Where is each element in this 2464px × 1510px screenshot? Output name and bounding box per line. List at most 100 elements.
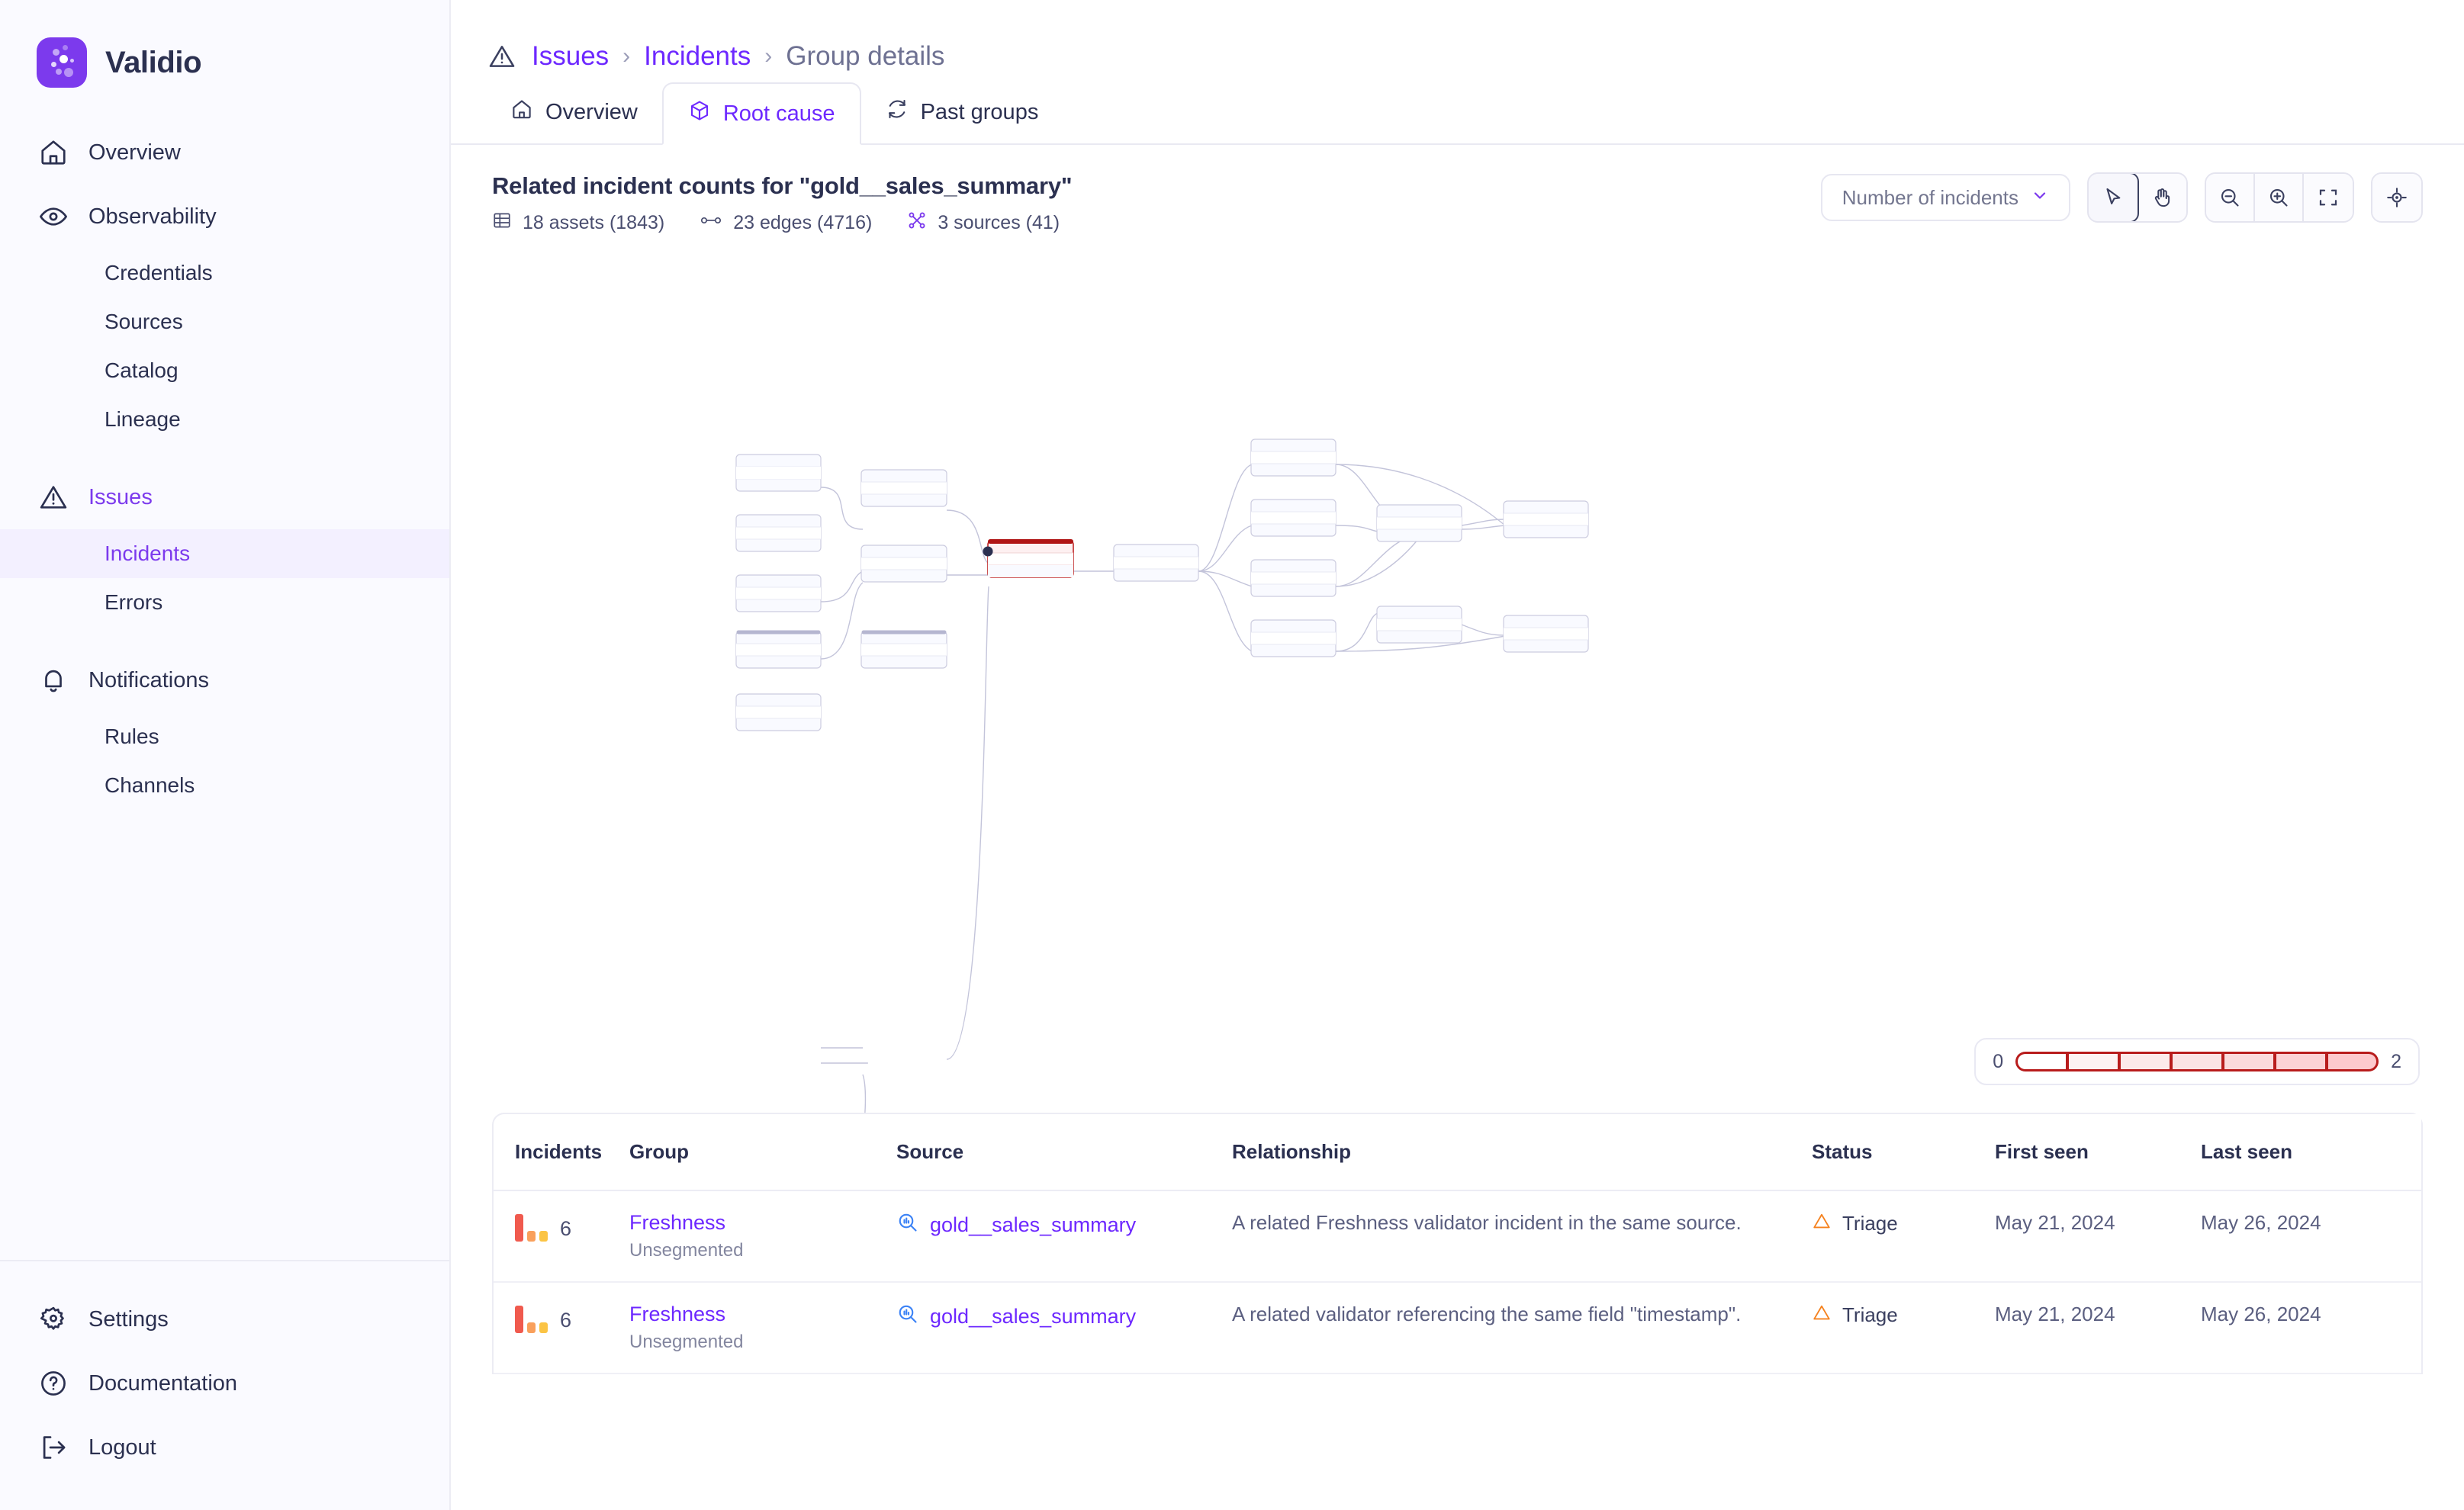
stat-label: 3 sources (41) <box>938 212 1060 233</box>
stat-label: 18 assets (1843) <box>523 212 665 233</box>
breadcrumb: Issues › Incidents › Group details <box>451 0 2464 79</box>
sidebar-item-errors[interactable]: Errors <box>0 578 449 627</box>
tab-past-groups[interactable]: Past groups <box>861 81 1063 143</box>
table-row[interactable]: 6 Freshness Unsegmented gold__sales_summ… <box>494 1283 2421 1374</box>
gear-icon <box>38 1304 69 1335</box>
cell-status: Triage <box>1812 1283 1995 1374</box>
graph-stats: 18 assets (1843) 23 edges (4716) 3 sourc… <box>492 210 1072 236</box>
graph-header: Related incident counts for "gold__sales… <box>451 145 2464 236</box>
zoom-in-icon[interactable] <box>2255 174 2304 221</box>
sidebar-item-channels[interactable]: Channels <box>0 761 449 810</box>
question-circle-icon <box>38 1368 69 1399</box>
sidebar-item-overview[interactable]: Overview <box>0 120 449 185</box>
recenter-target-icon[interactable] <box>2372 174 2421 221</box>
sidebar-nav: Overview Observability Credentials Sourc… <box>0 98 449 1260</box>
breadcrumb-incidents[interactable]: Incidents <box>644 41 751 72</box>
metric-select[interactable]: Number of incidents <box>1820 174 2070 221</box>
zoom-out-icon[interactable] <box>2206 174 2255 221</box>
source-link[interactable]: gold__sales_summary <box>930 1305 1136 1328</box>
sidebar-item-label: Documentation <box>88 1370 238 1396</box>
sidebar-item-incidents[interactable]: Incidents <box>0 529 449 578</box>
table-head: Incidents Group Source Relationship Stat… <box>494 1114 2421 1191</box>
sidebar-item-logout[interactable]: Logout <box>0 1415 449 1479</box>
cursor-icon[interactable] <box>2089 174 2139 221</box>
page-title: Related incident counts for "gold__sales… <box>492 172 1073 199</box>
breadcrumb-group-details: Group details <box>786 41 945 71</box>
sidebar-item-credentials[interactable]: Credentials <box>0 249 449 297</box>
col-source: Source <box>896 1114 1232 1191</box>
graph-node <box>1250 499 1337 537</box>
warning-triangle-icon <box>1812 1211 1832 1236</box>
source-search-icon <box>896 1303 919 1331</box>
tab-root-cause[interactable]: Root cause <box>661 82 861 145</box>
col-relationship: Relationship <box>1232 1114 1812 1191</box>
warning-triangle-icon <box>487 41 518 72</box>
sidebar-item-rules[interactable]: Rules <box>0 712 449 761</box>
graph-node <box>735 574 822 612</box>
tab-label: Root cause <box>722 101 835 126</box>
graph-node <box>735 454 822 492</box>
group-sublabel: Unsegmented <box>629 1332 744 1352</box>
status-badge: Triage <box>1842 1303 1898 1326</box>
warning-triangle-icon <box>38 482 69 512</box>
sidebar-item-sources[interactable]: Sources <box>0 297 449 346</box>
bell-icon <box>38 665 69 696</box>
lineage-graph-canvas[interactable]: 0 2 <box>451 236 2464 1113</box>
fit-screen-icon[interactable] <box>2304 174 2353 221</box>
sidebar-item-lineage[interactable]: Lineage <box>0 395 449 444</box>
cell-group: Freshness Unsegmented <box>629 1283 896 1374</box>
graph-svg <box>735 439 1589 1113</box>
sidebar-item-observability[interactable]: Observability <box>0 185 449 249</box>
stat-label: 23 edges (4716) <box>733 212 873 233</box>
warning-triangle-icon <box>1812 1303 1832 1328</box>
sidebar-item-notifications[interactable]: Notifications <box>0 648 449 712</box>
main-content: Issues › Incidents › Group details Overv… <box>451 0 2464 1510</box>
source-link[interactable]: gold__sales_summary <box>930 1213 1136 1237</box>
incident-count: 6 <box>560 1309 572 1332</box>
col-group: Group <box>629 1114 896 1191</box>
group-link[interactable]: Freshness <box>629 1303 896 1326</box>
sidebar-item-issues[interactable]: Issues <box>0 465 449 529</box>
cell-first-seen: May 21, 2024 <box>1995 1191 2201 1283</box>
cell-status: Triage <box>1812 1191 1995 1283</box>
graph-toolbar: Number of incidents <box>1820 172 2423 223</box>
sidebar-item-settings[interactable]: Settings <box>0 1287 449 1351</box>
breadcrumb-issues[interactable]: Issues <box>532 41 609 72</box>
legend-segment <box>2327 1052 2379 1071</box>
table-row[interactable]: 6 Freshness Unsegmented gold__sales_summ… <box>494 1191 2421 1283</box>
stat-edges: 23 edges (4716) <box>700 210 872 236</box>
tab-overview[interactable]: Overview <box>486 81 662 143</box>
cell-incidents: 6 <box>494 1283 629 1374</box>
col-last-seen: Last seen <box>2201 1114 2421 1191</box>
graph-node <box>1250 439 1337 477</box>
legend-max: 2 <box>2391 1050 2401 1072</box>
cell-relationship: A related validator referencing the same… <box>1232 1283 1812 1374</box>
sources-icon <box>907 210 927 236</box>
legend-segment <box>2119 1052 2172 1071</box>
sidebar-item-documentation[interactable]: Documentation <box>0 1351 449 1415</box>
stat-sources: 3 sources (41) <box>907 210 1060 236</box>
legend-segment <box>2015 1052 2068 1071</box>
brand-name: Validio <box>105 45 202 79</box>
group-link[interactable]: Freshness <box>629 1211 896 1235</box>
cell-last-seen: May 26, 2024 <box>2201 1283 2421 1374</box>
sidebar-item-label: Overview <box>88 140 181 165</box>
tab-label: Past groups <box>920 99 1039 124</box>
hand-icon[interactable] <box>2138 174 2186 221</box>
tab-bar: Overview Root cause Past groups <box>451 79 2464 145</box>
brand[interactable]: Validio <box>0 0 449 98</box>
graph-node <box>1503 500 1589 538</box>
graph-nodes <box>735 439 1589 731</box>
graph-node <box>860 469 947 507</box>
legend-segment <box>2067 1052 2120 1071</box>
sidebar-item-catalog[interactable]: Catalog <box>0 346 449 395</box>
cell-source: gold__sales_summary <box>896 1191 1232 1283</box>
table-body: 6 Freshness Unsegmented gold__sales_summ… <box>494 1191 2421 1374</box>
col-status: Status <box>1812 1114 1995 1191</box>
graph-node <box>860 545 947 583</box>
sidebar-item-label: Notifications <box>88 667 209 692</box>
graph-node <box>1376 606 1462 644</box>
source-search-icon <box>896 1211 919 1239</box>
refresh-icon <box>886 98 909 127</box>
group-sublabel: Unsegmented <box>629 1240 744 1261</box>
